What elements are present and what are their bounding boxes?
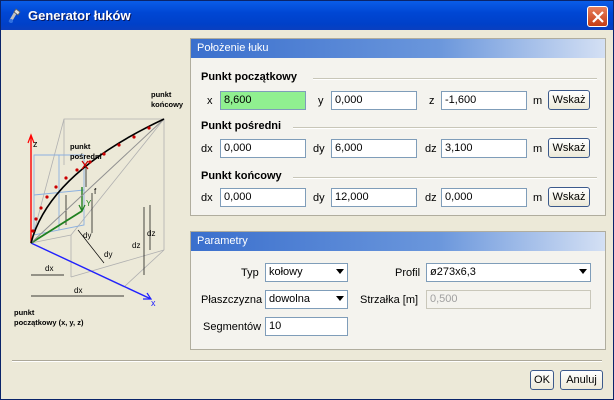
profile-label: Profil (395, 267, 421, 279)
start-point-label: punkt początkowy (x, y, z) (14, 308, 84, 327)
x-axis-label: x (151, 298, 156, 308)
plane-select[interactable]: dowolna (265, 290, 348, 309)
footer-separator (12, 360, 602, 362)
app-icon (7, 7, 23, 24)
start-unit-label: m (533, 95, 543, 107)
type-value: kołowy (269, 266, 303, 278)
parameters-header: Parametry (191, 232, 605, 251)
profile-value: ø273x6,3 (430, 266, 476, 278)
end-dz-field[interactable]: 0,000 (441, 188, 527, 207)
parameters-panel: Parametry Typ kołowy Płaszczyzna dowolna… (190, 231, 606, 350)
start-z-label: z (429, 95, 435, 107)
mid-dz-label: dz (425, 143, 437, 155)
close-button[interactable] (587, 6, 608, 27)
start-point-title: Punkt początkowy (201, 71, 297, 83)
dz-label-small: dz (132, 241, 140, 250)
plane-label: Płaszczyzna (201, 294, 263, 306)
end-point-divider (293, 177, 597, 179)
start-y-label: y (318, 95, 324, 107)
chevron-down-icon (579, 269, 587, 274)
end-unit-label: m (533, 192, 543, 204)
y-axis-label: Y (86, 199, 92, 208)
end-show-button[interactable]: Wskaż (548, 187, 590, 207)
type-select[interactable]: kołowy (265, 263, 348, 282)
close-icon (592, 11, 604, 23)
mid-point-divider (293, 127, 597, 129)
type-label: Typ (241, 267, 259, 279)
mid-dz-field[interactable]: 3,100 (441, 139, 527, 158)
mid-point-title: Punkt pośredni (201, 120, 282, 132)
mid-point-label: punkt pośredni (70, 142, 102, 161)
cancel-button[interactable]: Anuluj (560, 370, 603, 390)
start-point-divider (313, 78, 597, 80)
title-bar[interactable]: Generator łuków (1, 1, 613, 30)
dx-label-small: dx (45, 264, 53, 273)
profile-select[interactable]: ø273x6,3 (426, 263, 591, 282)
plane-value: dowolna (269, 293, 310, 305)
dy-label-small: dy (83, 231, 91, 240)
mid-dy-label: dy (313, 143, 325, 155)
f-label: f (94, 187, 97, 196)
end-dz-label: dz (425, 192, 437, 204)
mid-dx-label: dx (201, 143, 213, 155)
start-show-button[interactable]: Wskaż (548, 90, 590, 110)
ok-button[interactable]: OK (530, 370, 554, 390)
z-axis-label: z (33, 139, 38, 149)
mid-show-button[interactable]: Wskaż (548, 138, 590, 158)
dx-label-large: dx (74, 286, 82, 295)
dialog-window: Generator łuków z x Y f punkt końcowy pu… (0, 0, 614, 400)
start-x-label: x (207, 95, 213, 107)
arc-diagram: z x Y f punkt końcowy punkt pośredni pun… (4, 75, 189, 335)
dialog-client: z x Y f punkt końcowy punkt pośredni pun… (4, 30, 610, 396)
start-y-field[interactable]: 0,000 (331, 91, 417, 110)
mid-dy-field[interactable]: 6,000 (331, 139, 417, 158)
dz-label-large: dz (147, 229, 155, 238)
end-dx-label: dx (201, 192, 213, 204)
dy-label-large: dy (104, 250, 112, 259)
end-dy-label: dy (313, 192, 325, 204)
end-point-title: Punkt końcowy (201, 170, 282, 182)
segments-field[interactable]: 10 (265, 317, 348, 336)
arc-position-header: Położenie łuku (191, 39, 605, 58)
mid-unit-label: m (533, 143, 543, 155)
end-dx-field[interactable]: 0,000 (220, 188, 306, 207)
segments-label: Segmentów (203, 321, 262, 333)
window-title: Generator łuków (28, 8, 131, 23)
sag-field[interactable]: 0,500 (426, 290, 591, 309)
end-point-label: punkt końcowy (151, 90, 184, 109)
start-x-field[interactable]: 8,600 (220, 91, 306, 110)
chevron-down-icon (336, 296, 344, 301)
mid-dx-field[interactable]: 0,000 (220, 139, 306, 158)
chevron-down-icon (336, 269, 344, 274)
arc-position-panel: Położenie łuku Punkt początkowy x 8,600 … (190, 38, 606, 216)
sag-label: Strzałka [m] (360, 294, 419, 306)
end-dy-field[interactable]: 12,000 (331, 188, 417, 207)
start-z-field[interactable]: -1,600 (441, 91, 527, 110)
